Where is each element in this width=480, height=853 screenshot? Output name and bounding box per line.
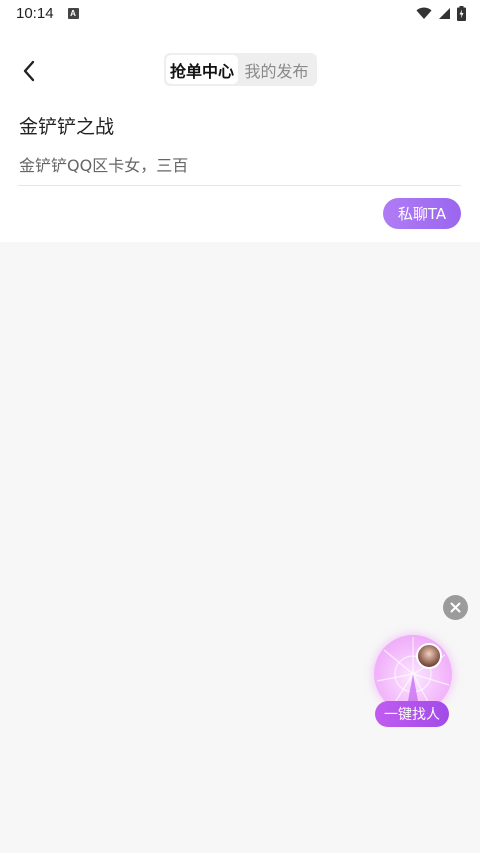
close-icon bbox=[450, 602, 461, 613]
private-chat-button[interactable]: 私聊TA bbox=[383, 198, 461, 229]
find-people-widget[interactable]: 一键找人 bbox=[372, 633, 454, 729]
divider bbox=[18, 185, 461, 186]
segmented-tabs: 抢单中心 我的发布 bbox=[164, 53, 317, 86]
status-icons bbox=[416, 5, 466, 21]
signal-icon bbox=[439, 7, 450, 19]
status-time: 10:14 bbox=[16, 4, 54, 22]
avatar bbox=[416, 643, 442, 669]
order-card: 抢单中心 我的发布 金铲铲之战 金铲铲QQ区卡女，三百 私聊TA bbox=[0, 26, 480, 242]
post-description: 金铲铲QQ区卡女，三百 bbox=[19, 156, 189, 175]
back-button[interactable] bbox=[14, 54, 44, 88]
battery-icon bbox=[457, 5, 466, 21]
status-bar: 10:14 A bbox=[0, 0, 480, 26]
post-title: 金铲铲之战 bbox=[19, 116, 115, 138]
wifi-icon bbox=[416, 7, 432, 19]
find-people-label: 一键找人 bbox=[375, 701, 449, 727]
notification-icon: A bbox=[67, 7, 79, 19]
tab-my-posts[interactable]: 我的发布 bbox=[238, 55, 315, 84]
chevron-left-icon bbox=[23, 60, 35, 82]
close-float-button[interactable] bbox=[443, 595, 468, 620]
tab-grab-orders[interactable]: 抢单中心 bbox=[166, 55, 238, 84]
